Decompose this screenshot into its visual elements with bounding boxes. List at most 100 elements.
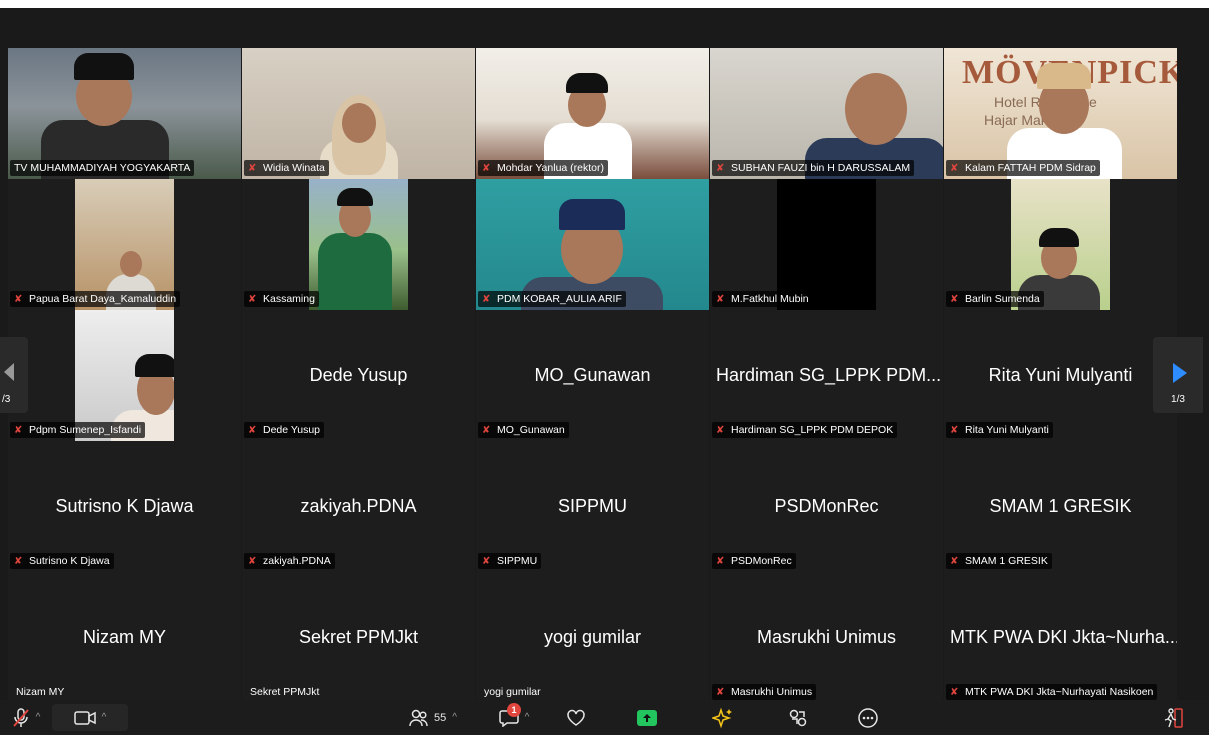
participant-tile[interactable]: ✘ Papua Barat Daya_Kamaluddin: [8, 179, 241, 310]
participant-name: Mohdar Yanlua (rektor): [497, 162, 604, 174]
participant-tile[interactable]: SIPPMU ✘ SIPPMU: [476, 441, 709, 572]
participant-name-label: ✘ Kassaming: [244, 291, 319, 307]
mute-button[interactable]: ^: [6, 700, 46, 735]
participant-name: Rita Yuni Mulyanti: [965, 424, 1049, 436]
previous-page-button[interactable]: /3: [0, 337, 28, 413]
participant-tile[interactable]: yogi gumilar yogi gumilar: [476, 572, 709, 703]
participant-display-name: zakiyah.PDNA: [300, 496, 417, 516]
participant-tile[interactable]: SMAM 1 GRESIK ✘ SMAM 1 GRESIK: [944, 441, 1177, 572]
chat-button[interactable]: 1 ^: [488, 700, 540, 735]
cap-shape: [1037, 63, 1091, 90]
participant-name: Papua Barat Daya_Kamaluddin: [29, 293, 177, 305]
microphone-muted-icon: ✘: [248, 556, 257, 567]
participant-tile[interactable]: ✘ Mohdar Yanlua (rektor): [476, 48, 709, 179]
person-face: [342, 103, 376, 143]
participant-name-label: ✘ SMAM 1 GRESIK: [946, 553, 1052, 569]
participant-tile[interactable]: ✘ M.Fatkhul Mubin: [710, 179, 943, 310]
sparkle-icon: [712, 707, 732, 728]
participant-display-name: MO_Gunawan: [534, 365, 651, 385]
microphone-muted-icon: ✘: [14, 556, 23, 567]
participant-tile[interactable]: ✘ Widia Winata: [242, 48, 475, 179]
microphone-muted-icon: ✘: [716, 294, 725, 305]
participant-name: M.Fatkhul Mubin: [731, 293, 809, 305]
microphone-muted-icon: ✘: [248, 294, 257, 305]
participant-name-label: ✘ Masrukhi Unimus: [712, 684, 817, 700]
meeting-toolbar: ^ ^ 55 ^ 1 ^: [0, 700, 1209, 735]
participant-tile[interactable]: Sekret PPMJkt Sekret PPMJkt: [242, 572, 475, 703]
participant-name: Widia Winata: [263, 162, 325, 174]
ai-companion-button[interactable]: [707, 700, 739, 735]
participant-name: SMAM 1 GRESIK: [965, 555, 1048, 567]
participant-name: SUBHAN FAUZI bin H DARUSSALAM: [731, 162, 911, 174]
participant-name: MTK PWA DKI Jkta~Nurhayati Nasikoen: [965, 686, 1154, 698]
participant-name: Kassaming: [263, 293, 315, 305]
participant-tile[interactable]: Rita Yuni Mulyanti ✘ Rita Yuni Mulyanti: [944, 310, 1177, 441]
chevron-up-icon[interactable]: ^: [36, 712, 41, 723]
participant-name: yogi gumilar: [484, 686, 541, 698]
microphone-muted-icon: ✘: [950, 425, 959, 436]
participant-name: zakiyah.PDNA: [263, 555, 331, 567]
chevron-up-icon[interactable]: ^: [102, 712, 107, 723]
participant-name-label: Sekret PPMJkt: [246, 684, 323, 700]
participant-tile[interactable]: zakiyah.PDNA ✘ zakiyah.PDNA: [242, 441, 475, 572]
participant-display-name: Dede Yusup: [309, 365, 408, 385]
participant-name: TV MUHAMMADIYAH YOGYAKARTA: [14, 162, 191, 174]
video-button[interactable]: ^: [52, 704, 128, 731]
participant-tile[interactable]: Sutrisno K Djawa ✘ Sutrisno K Djawa: [8, 441, 241, 572]
chevron-left-icon: [4, 363, 14, 381]
leave-icon: [1164, 707, 1183, 728]
participant-name-label: ✘ Kalam FATTAH PDM Sidrap: [946, 160, 1100, 176]
reactions-button[interactable]: [560, 700, 592, 735]
participant-name-label: ✘ Hardiman SG_LPPK PDM DEPOK: [712, 422, 898, 438]
participants-icon: [409, 709, 428, 726]
participant-tile[interactable]: Dede Yusup ✘ Dede Yusup: [242, 310, 475, 441]
leave-button[interactable]: [1158, 700, 1190, 735]
participant-name-label: ✘ SIPPMU: [478, 553, 542, 569]
participant-tile[interactable]: TV MUHAMMADIYAH YOGYAKARTA: [8, 48, 241, 179]
chevron-up-icon[interactable]: ^: [525, 712, 530, 723]
participant-tile[interactable]: Masrukhi Unimus ✘ Masrukhi Unimus: [710, 572, 943, 703]
participant-name-label: ✘ PDM KOBAR_AULIA ARIF: [478, 291, 626, 307]
participant-tile[interactable]: ✘ SUBHAN FAUZI bin H DARUSSALAM: [710, 48, 943, 179]
participant-tile[interactable]: ✘ Kassaming: [242, 179, 475, 310]
chevron-right-icon: [1173, 363, 1187, 383]
participant-name-label: ✘ MO_Gunawan: [478, 422, 569, 438]
participant-display-name: PSDMonRec: [774, 496, 879, 516]
participant-display-name: Nizam MY: [82, 627, 166, 647]
participant-name-label: ✘ Pdpm Sumenep_Isfandi: [10, 422, 146, 438]
participants-count: 55: [434, 711, 447, 724]
participant-tile[interactable]: Nizam MY Nizam MY: [8, 572, 241, 703]
microphone-muted-icon: ✘: [716, 425, 725, 436]
participant-tile[interactable]: PSDMonRec ✘ PSDMonRec: [710, 441, 943, 572]
person-face: [845, 73, 907, 145]
participant-tile[interactable]: MO_Gunawan ✘ MO_Gunawan: [476, 310, 709, 441]
participant-name: Dede Yusup: [263, 424, 321, 436]
participant-tile[interactable]: Hardiman SG_LPPK PDM... ✘ Hardiman SG_LPPK…: [710, 310, 943, 441]
share-screen-button[interactable]: [632, 700, 662, 735]
participant-name: Pdpm Sumenep_Isfandi: [29, 424, 142, 436]
participant-tile[interactable]: ✘ Barlin Sumenda: [944, 179, 1177, 310]
participant-display-name: SIPPMU: [557, 496, 627, 516]
cap-shape: [566, 73, 608, 94]
next-page-button[interactable]: 1/3: [1153, 337, 1203, 413]
cap-shape: [135, 354, 174, 377]
more-button[interactable]: [852, 700, 884, 735]
participant-tile[interactable]: MTK PWA DKI Jkta~Nurha... ✘ MTK PWA DKI Jk…: [944, 572, 1177, 703]
participants-button[interactable]: 55 ^: [400, 700, 466, 735]
apps-button[interactable]: [782, 700, 814, 735]
cap-shape: [74, 52, 134, 80]
participant-tile[interactable]: ✘ PDM KOBAR_AULIA ARIF: [476, 179, 709, 310]
chevron-up-icon[interactable]: ^: [452, 712, 457, 723]
microphone-muted-icon: ✘: [716, 687, 725, 698]
microphone-muted-icon: ✘: [14, 294, 23, 305]
microphone-muted-icon: ✘: [716, 556, 725, 567]
participant-tile[interactable]: ✘ Pdpm Sumenep_Isfandi: [8, 310, 241, 441]
participant-tile[interactable]: MÖVENPICKHotel ResidenceHajar Makkah✘Kal…: [944, 48, 1177, 179]
participant-name: Masrukhi Unimus: [731, 686, 813, 698]
microphone-muted-icon: ✘: [950, 163, 959, 174]
participant-display-name: Masrukhi Unimus: [756, 627, 897, 647]
participant-name: SIPPMU: [497, 555, 538, 567]
participant-name: Sekret PPMJkt: [250, 686, 320, 698]
participant-name-label: ✘ M.Fatkhul Mubin: [712, 291, 813, 307]
chat-unread-badge: 1: [507, 703, 521, 717]
